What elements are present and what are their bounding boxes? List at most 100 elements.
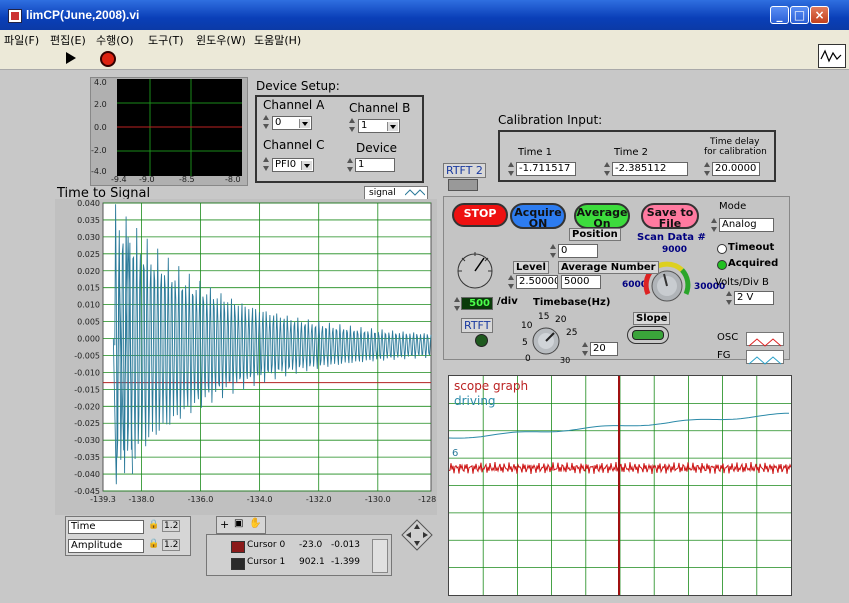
- y-tick-label: -0.010: [74, 368, 100, 377]
- mini-ytick: -4.0: [91, 167, 107, 176]
- mini-ytick: 2.0: [94, 100, 107, 109]
- rtft2-label: RTFT 2: [443, 163, 486, 178]
- volts-div-label: Volts/Div B: [715, 277, 769, 288]
- rtft-label: RTFT: [461, 318, 494, 333]
- time2-spin-icon[interactable]: [604, 162, 610, 176]
- div-spin-icon[interactable]: [454, 297, 460, 311]
- timebase-tick-20: 20: [555, 315, 567, 325]
- y-tick-label: 0.025: [77, 250, 100, 259]
- delay-label-1: Time delay: [710, 137, 760, 147]
- average-button[interactable]: Average On: [574, 203, 630, 229]
- channel-c-select[interactable]: PFI0: [272, 158, 314, 172]
- y-axis-format-icon[interactable]: 1.2: [162, 539, 181, 551]
- y-axis-lock-icon[interactable]: 🔒: [148, 539, 159, 549]
- mode-label: Mode: [719, 201, 747, 212]
- level-field[interactable]: 2.50000: [516, 275, 558, 289]
- x-axis-name-field[interactable]: Time: [68, 520, 144, 534]
- y-tick-label: 0.010: [77, 301, 100, 310]
- x-tick-label: -134.0: [247, 495, 273, 504]
- zoom-icon[interactable]: ▣: [234, 518, 243, 529]
- cursor-1-name: Cursor 1: [247, 557, 286, 567]
- y-tick-label: 0.030: [77, 233, 100, 242]
- volts-spin-icon[interactable]: [726, 291, 732, 305]
- maximize-button[interactable]: □: [790, 6, 809, 24]
- menu-bar: 파일(F) 편집(E) 수행(O) 도구(T) 윈도우(W) 도움말(H): [0, 30, 849, 47]
- main-graph-svg: 0.040 0.035 0.030 0.025 0.020 0.015 0.010 0.005…: [74, 199, 437, 504]
- device-setup-title: Device Setup:: [256, 79, 340, 93]
- acquire-label-2: ON: [528, 217, 548, 230]
- y-tick-label: -0.035: [74, 453, 100, 462]
- menu-operate[interactable]: 수행(O): [96, 32, 133, 48]
- dropdown-arrow-icon[interactable]: [301, 161, 312, 170]
- delay-spin-icon[interactable]: [704, 162, 710, 176]
- menu-edit[interactable]: 편집(E): [50, 32, 86, 48]
- pan-icon[interactable]: ✋: [249, 518, 261, 529]
- scope-graph-svg: [449, 376, 791, 595]
- cursor-row[interactable]: Cursor 0 -23.0 -0.013: [211, 539, 387, 554]
- channel-a-spin-icon[interactable]: [263, 115, 269, 129]
- device-field[interactable]: 1: [355, 158, 395, 172]
- channel-b-select[interactable]: 1: [358, 119, 400, 133]
- cursor-scrollbar[interactable]: [372, 539, 388, 573]
- dropdown-arrow-icon[interactable]: [299, 119, 310, 128]
- device-spin-icon[interactable]: [347, 158, 353, 172]
- time2-field[interactable]: -2.385112: [612, 162, 688, 176]
- mini-ytick: 0.0: [94, 123, 107, 132]
- position-field[interactable]: 0: [558, 244, 598, 258]
- channel-c-spin-icon[interactable]: [263, 157, 269, 171]
- channel-b-spin-icon[interactable]: [349, 118, 355, 132]
- save-to-file-button[interactable]: Save to File: [641, 203, 699, 229]
- mode-spin-icon[interactable]: [711, 218, 717, 232]
- dropdown-arrow-icon[interactable]: [387, 122, 398, 131]
- x-axis-format-icon[interactable]: 1.2: [162, 520, 181, 532]
- mode-field[interactable]: Analog: [719, 218, 774, 232]
- div-field[interactable]: 500: [461, 297, 493, 310]
- timebase-spin-icon[interactable]: [582, 342, 588, 356]
- channel-a-select[interactable]: 0: [272, 116, 312, 130]
- time1-spin-icon[interactable]: [508, 162, 514, 176]
- level-knob[interactable]: [454, 248, 496, 290]
- minimize-button[interactable]: _: [770, 6, 789, 24]
- acquired-label: Acquired: [728, 258, 779, 269]
- timebase-tick-5: 5: [522, 338, 528, 348]
- run-arrow-icon[interactable]: [66, 52, 76, 64]
- level-spin-icon[interactable]: [508, 275, 514, 289]
- cursor-row[interactable]: Cursor 1 902.1 -1.399: [211, 556, 387, 571]
- y-tick-label: -0.025: [74, 419, 100, 428]
- div-label: /div: [497, 296, 518, 307]
- x-tick-label: -136.0: [188, 495, 214, 504]
- close-button[interactable]: ×: [810, 6, 829, 24]
- cursor-1-x: 902.1: [299, 557, 325, 567]
- cursor-move-icon[interactable]: [400, 518, 434, 552]
- abort-icon[interactable]: [100, 51, 116, 67]
- x-axis-lock-icon[interactable]: 🔒: [148, 520, 159, 530]
- delay-field[interactable]: 20.0000: [712, 162, 760, 176]
- crosshair-icon[interactable]: +: [220, 518, 229, 531]
- position-label: Position: [569, 228, 621, 241]
- volts-div-field[interactable]: 2 V: [734, 291, 774, 305]
- position-spin-icon[interactable]: [550, 244, 556, 258]
- y-tick-label: -0.040: [74, 470, 100, 479]
- osc-swatch[interactable]: [746, 332, 784, 347]
- menu-help[interactable]: 도움말(H): [254, 32, 301, 48]
- menu-file[interactable]: 파일(F): [4, 32, 39, 48]
- stop-button[interactable]: STOP: [452, 203, 508, 227]
- menu-window[interactable]: 윈도우(W): [196, 32, 246, 48]
- timebase-tick-30: 30: [560, 356, 571, 365]
- y-axis-name-field[interactable]: Amplitude: [68, 539, 144, 553]
- slope-label: Slope: [633, 312, 671, 325]
- legend-signal-swatch: [405, 189, 425, 196]
- fg-swatch[interactable]: [746, 350, 784, 365]
- average-number-field[interactable]: 5000: [561, 275, 601, 289]
- cursor-0-y: -0.013: [331, 540, 361, 550]
- acquire-button[interactable]: Acquire ON: [510, 203, 566, 229]
- y-tick-label: 0.035: [77, 216, 100, 225]
- slope-toggle[interactable]: [627, 326, 669, 344]
- timebase-knob[interactable]: [530, 325, 562, 357]
- time2-label: Time 2: [614, 147, 649, 158]
- timebase-field[interactable]: 20: [590, 342, 618, 356]
- menu-tools[interactable]: 도구(T): [148, 32, 184, 48]
- time1-field[interactable]: -1.711517: [516, 162, 576, 176]
- mini-ytick: 4.0: [94, 78, 107, 87]
- timebase-label: Timebase(Hz): [533, 297, 611, 308]
